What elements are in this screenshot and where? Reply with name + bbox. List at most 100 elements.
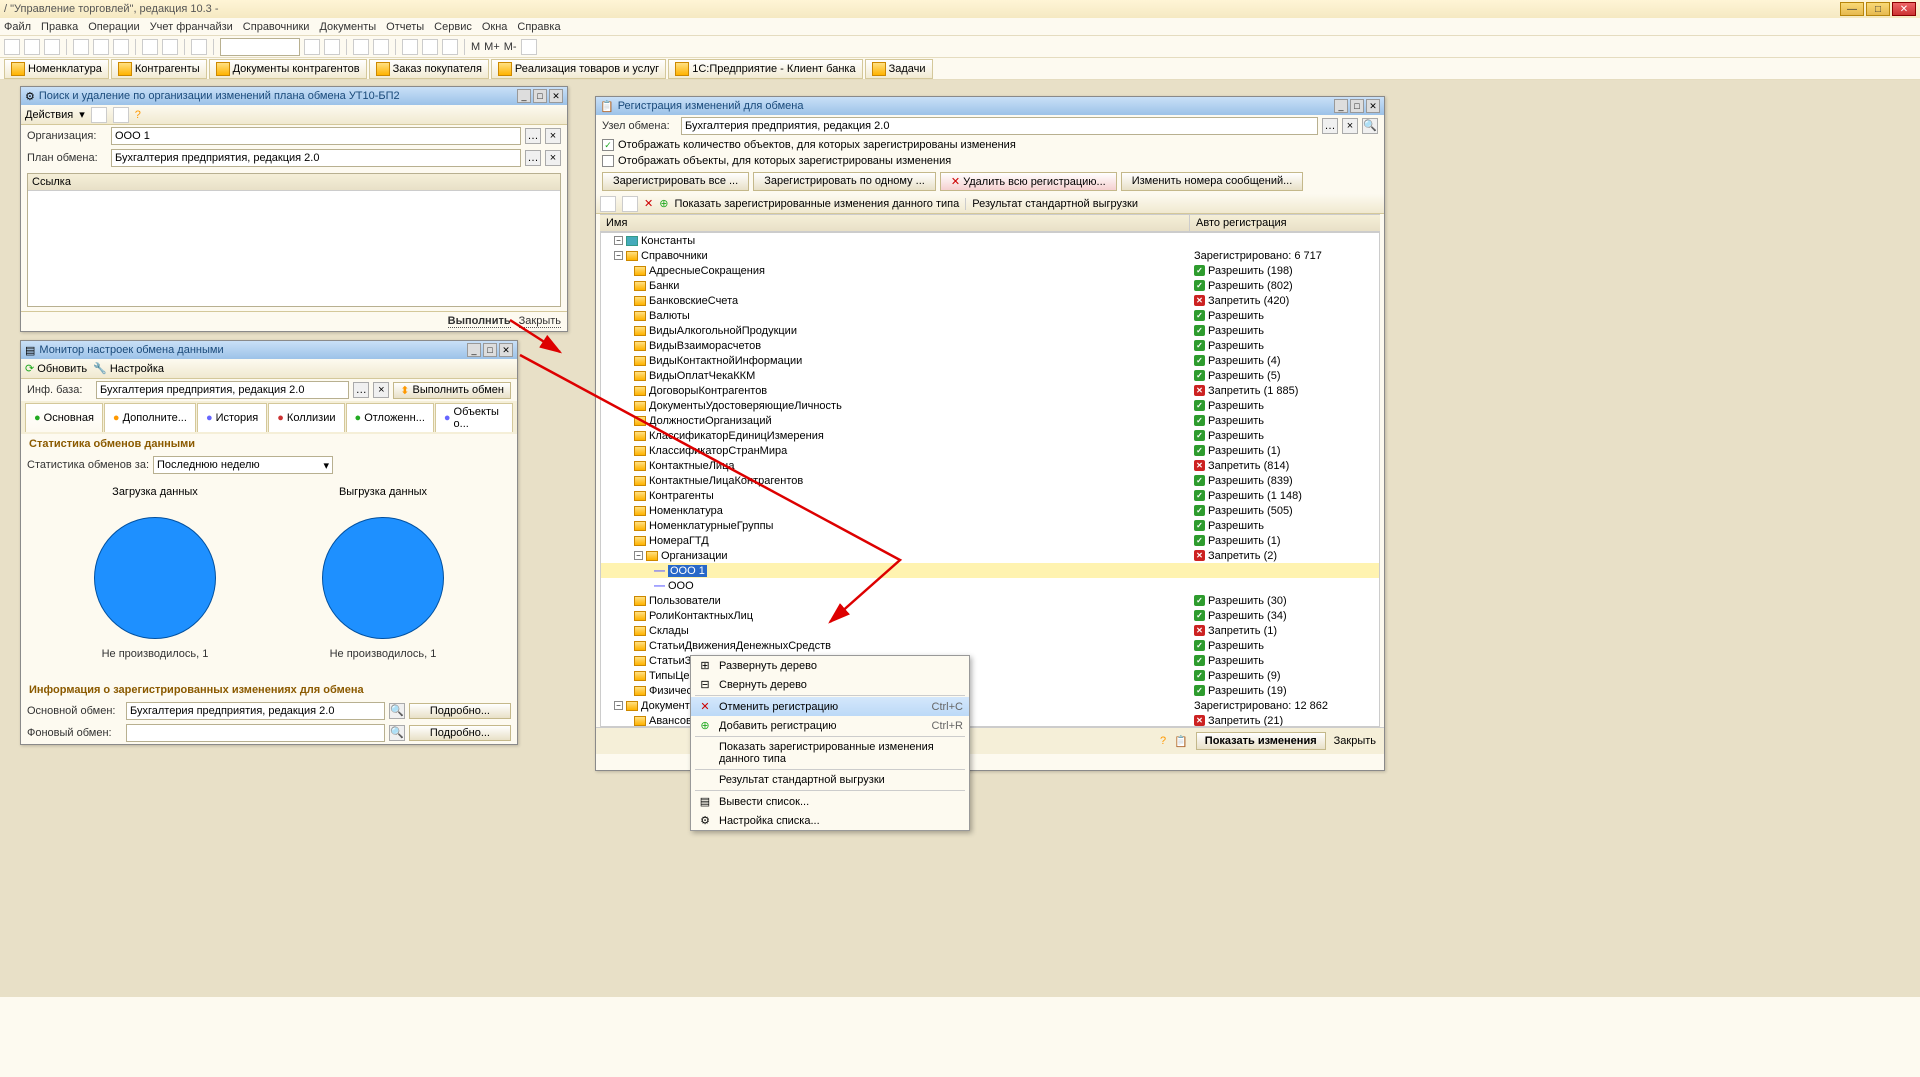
tree-row[interactable]: Пользователи✓Разрешить (30) [601, 593, 1379, 608]
register-one-button[interactable]: Зарегистрировать по одному ... [753, 172, 936, 191]
tree-row[interactable]: ВидыКонтактнойИнформации✓Разрешить (4) [601, 353, 1379, 368]
register-all-button[interactable]: Зарегистрировать все ... [602, 172, 749, 191]
main-details-button[interactable]: Подробно... [409, 703, 511, 719]
toggle-icon[interactable]: − [634, 551, 643, 560]
org-clear-btn[interactable]: × [545, 128, 561, 144]
nav-fwd-icon[interactable] [324, 39, 340, 55]
tree-body[interactable]: − Константы− СправочникиЗарегистрировано… [600, 232, 1380, 727]
tree-row[interactable]: КонтактныеЛицаКонтрагентов✓Разрешить (83… [601, 473, 1379, 488]
change-msg-num-button[interactable]: Изменить номера сообщений... [1121, 172, 1304, 191]
tree-row[interactable]: КонтактныеЛица✕Запретить (814) [601, 458, 1379, 473]
toggle-icon[interactable]: − [614, 701, 623, 710]
toggle-icon[interactable]: − [614, 251, 623, 260]
reg-close[interactable]: ✕ [1366, 99, 1380, 113]
node-search[interactable]: 🔍 [1362, 118, 1378, 134]
tree-row[interactable]: НомераГТД✓Разрешить (1) [601, 533, 1379, 548]
m-plus-button[interactable]: M+ [484, 41, 500, 53]
db-input[interactable]: Бухгалтерия предприятия, редакция 2.0 [96, 381, 349, 399]
tree-collapse-icon[interactable] [622, 196, 638, 212]
tree-row[interactable]: ВидыОплатЧекаККМ✓Разрешить (5) [601, 368, 1379, 383]
tree-row[interactable]: НоменклатурныеГруппы✓Разрешить [601, 518, 1379, 533]
tree-row[interactable]: АдресныеСокращения✓Разрешить (198) [601, 263, 1379, 278]
tree-row[interactable]: КлассификаторЕдиницИзмерения✓Разрешить [601, 428, 1379, 443]
ctx-expand[interactable]: ⊞Развернуть дерево [691, 656, 969, 675]
tree-row[interactable]: СтатьиДвиженияДенежныхСредств✓Разрешить [601, 638, 1379, 653]
stat-for-select[interactable]: Последнюю неделю▾ [153, 456, 333, 474]
paste-icon[interactable] [113, 39, 129, 55]
execute-exchange-button[interactable]: ⬍Выполнить обмен [393, 382, 511, 399]
tab-collisions[interactable]: ●Коллизии [268, 403, 344, 432]
tree-row[interactable]: ВидыВзаиморасчетов✓Разрешить [601, 338, 1379, 353]
menu-operations[interactable]: Операции [88, 21, 139, 33]
nav-back-icon[interactable] [304, 39, 320, 55]
tab-main[interactable]: ●Основная [25, 403, 103, 432]
result-std-link[interactable]: Результат стандартной выгрузки [965, 198, 1138, 210]
reg-close-link[interactable]: Закрыть [1334, 735, 1376, 747]
tree-row[interactable]: − СправочникиЗарегистрировано: 6 717 [601, 248, 1379, 263]
mon-minimize[interactable]: _ [467, 343, 481, 357]
copy-icon[interactable] [93, 39, 109, 55]
bg-details-button[interactable]: Подробно... [409, 725, 511, 741]
action-icon-2[interactable] [113, 107, 129, 123]
plan-clear-btn[interactable]: × [545, 150, 561, 166]
chk-show-count[interactable]: ✓ [602, 139, 614, 151]
nav-tab-order[interactable]: Заказ покупателя [369, 59, 489, 79]
maximize-button[interactable]: □ [1866, 2, 1890, 16]
nav-tab-contragents[interactable]: Контрагенты [111, 59, 207, 79]
menu-file[interactable]: Файл [4, 21, 31, 33]
win-close[interactable]: ✕ [549, 89, 563, 103]
nav-tab-nomenclature[interactable]: Номенклатура [4, 59, 109, 79]
minimize-button[interactable]: — [1840, 2, 1864, 16]
ctx-add-reg[interactable]: ⊕Добавить регистрациюCtrl+R [691, 716, 969, 735]
node-select[interactable]: … [1322, 118, 1338, 134]
ctx-show-reg[interactable]: Показать зарегистрированные изменения да… [691, 738, 969, 768]
tree-row[interactable]: ВидыАлкогольнойПродукции✓Разрешить [601, 323, 1379, 338]
nav-tab-realization[interactable]: Реализация товаров и услуг [491, 59, 666, 79]
nav-tab-bank[interactable]: 1С:Предприятие - Клиент банка [668, 59, 862, 79]
db-select[interactable]: … [353, 382, 369, 398]
menu-windows[interactable]: Окна [482, 21, 508, 33]
refresh-button[interactable]: ⟳ Обновить [25, 362, 87, 375]
tree-row[interactable]: − Константы [601, 233, 1379, 248]
win-minimize[interactable]: _ [517, 89, 531, 103]
new-icon[interactable] [4, 39, 20, 55]
win-maximize[interactable]: □ [533, 89, 547, 103]
ctx-collapse[interactable]: ⊟Свернуть дерево [691, 675, 969, 694]
tree-row[interactable]: ДокументыУдостоверяющиеЛичность✓Разрешит… [601, 398, 1379, 413]
tree-row[interactable]: КлассификаторСтранМира✓Разрешить (1) [601, 443, 1379, 458]
ctx-cancel-reg[interactable]: ✕Отменить регистрациюCtrl+C [691, 697, 969, 716]
tree-row[interactable]: РолиКонтактныхЛиц✓Разрешить (34) [601, 608, 1379, 623]
cut-icon[interactable] [73, 39, 89, 55]
menu-reports[interactable]: Отчеты [386, 21, 424, 33]
nav-tab-tasks[interactable]: Задачи [865, 59, 933, 79]
tree-row[interactable]: — ООО [601, 578, 1379, 593]
close-link[interactable]: Закрыть [519, 315, 561, 328]
menu-edit[interactable]: Правка [41, 21, 78, 33]
ctx-result[interactable]: Результат стандартной выгрузки [691, 771, 969, 789]
node-input[interactable]: Бухгалтерия предприятия, редакция 2.0 [681, 117, 1318, 135]
tree-row[interactable]: ДоговорыКонтрагентов✕Запретить (1 885) [601, 383, 1379, 398]
menu-help[interactable]: Справка [517, 21, 560, 33]
tree-row[interactable]: БанковскиеСчета✕Запретить (420) [601, 293, 1379, 308]
bg-ex-search[interactable]: 🔍 [389, 725, 405, 741]
undo-icon[interactable] [142, 39, 158, 55]
bg-ex-input[interactable] [126, 724, 385, 742]
delete-all-reg-button[interactable]: ✕ Удалить всю регистрацию... [940, 172, 1117, 191]
open-icon[interactable] [24, 39, 40, 55]
tab-deferred[interactable]: ●Отложенн... [346, 403, 434, 432]
tree-row[interactable]: Валюты✓Разрешить [601, 308, 1379, 323]
tree-row[interactable]: Номенклатура✓Разрешить (505) [601, 503, 1379, 518]
ref-list-area[interactable] [28, 191, 560, 306]
tree-row[interactable]: Контрагенты✓Разрешить (1 148) [601, 488, 1379, 503]
plan-select-btn[interactable]: … [525, 150, 541, 166]
m-minus-button[interactable]: M- [504, 41, 517, 53]
info-icon[interactable] [373, 39, 389, 55]
actions-dropdown[interactable]: Действия [25, 109, 73, 121]
tab-objects[interactable]: ●Объекты о... [435, 403, 513, 432]
mon-maximize[interactable]: □ [483, 343, 497, 357]
toggle-icon[interactable]: − [614, 236, 623, 245]
menu-documents[interactable]: Документы [319, 21, 376, 33]
tab-additional[interactable]: ●Дополните... [104, 403, 196, 432]
org-select-btn[interactable]: … [525, 128, 541, 144]
users-icon[interactable] [442, 39, 458, 55]
